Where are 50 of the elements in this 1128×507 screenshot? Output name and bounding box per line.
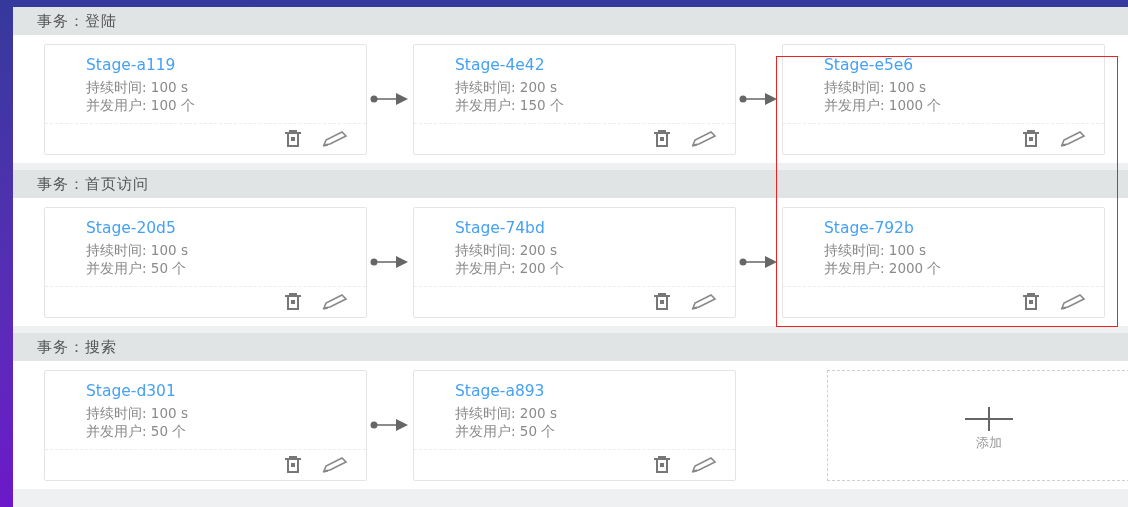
section-title: 事务：搜索 [37,336,117,357]
duration-text: 持续时间: 100 s [86,77,188,96]
users-text: 并发用户: 50 个 [455,421,556,440]
delete-icon[interactable] [284,455,302,474]
connector-arrow-icon [370,256,410,268]
users-text: 并发用户: 100 个 [86,95,195,114]
edit-icon[interactable] [1060,293,1088,310]
stage-title[interactable]: Stage-20d5 [86,217,176,238]
stage-title[interactable]: Stage-e5e6 [824,54,914,75]
users-text: 并发用户: 1000 个 [824,95,942,114]
delete-icon[interactable] [1022,129,1040,148]
edit-icon[interactable] [322,130,350,147]
connector-arrow-icon [739,256,779,268]
plus-icon [964,407,1013,432]
edit-icon[interactable] [1060,130,1088,147]
delete-icon[interactable] [284,292,302,311]
delete-icon[interactable] [653,129,671,148]
stage-title[interactable]: Stage-792b [824,217,914,238]
edit-icon[interactable] [691,293,719,310]
edit-icon[interactable] [691,130,719,147]
duration-text: 持续时间: 100 s [824,77,926,96]
edit-icon[interactable] [322,456,350,473]
edit-icon[interactable] [322,293,350,310]
users-text: 并发用户: 50 个 [86,421,187,440]
duration-text: 持续时间: 200 s [455,240,557,259]
delete-icon[interactable] [653,292,671,311]
stage-title[interactable]: Stage-4e42 [455,54,545,75]
duration-text: 持续时间: 200 s [455,403,557,422]
connector-arrow-icon [370,419,410,431]
users-text: 并发用户: 200 个 [455,258,564,277]
stage-title[interactable]: Stage-74bd [455,217,545,238]
delete-icon[interactable] [653,455,671,474]
connector-arrow-icon [739,93,779,105]
section-title: 事务：首页访问 [37,173,149,194]
delete-icon[interactable] [284,129,302,148]
users-text: 并发用户: 2000 个 [824,258,942,277]
users-text: 并发用户: 150 个 [455,95,564,114]
stage-title[interactable]: Stage-d301 [86,380,176,401]
add-stage-button[interactable]: 添加 [827,369,1128,481]
users-text: 并发用户: 50 个 [86,258,187,277]
duration-text: 持续时间: 200 s [455,77,557,96]
section-title: 事务：登陆 [37,10,117,31]
duration-text: 持续时间: 100 s [824,240,926,259]
duration-text: 持续时间: 100 s [86,240,188,259]
stage-title[interactable]: Stage-a119 [86,54,176,75]
delete-icon[interactable] [1022,292,1040,311]
duration-text: 持续时间: 100 s [86,403,188,422]
edit-icon[interactable] [691,456,719,473]
stage-title[interactable]: Stage-a893 [455,380,545,401]
connector-arrow-icon [370,93,410,105]
